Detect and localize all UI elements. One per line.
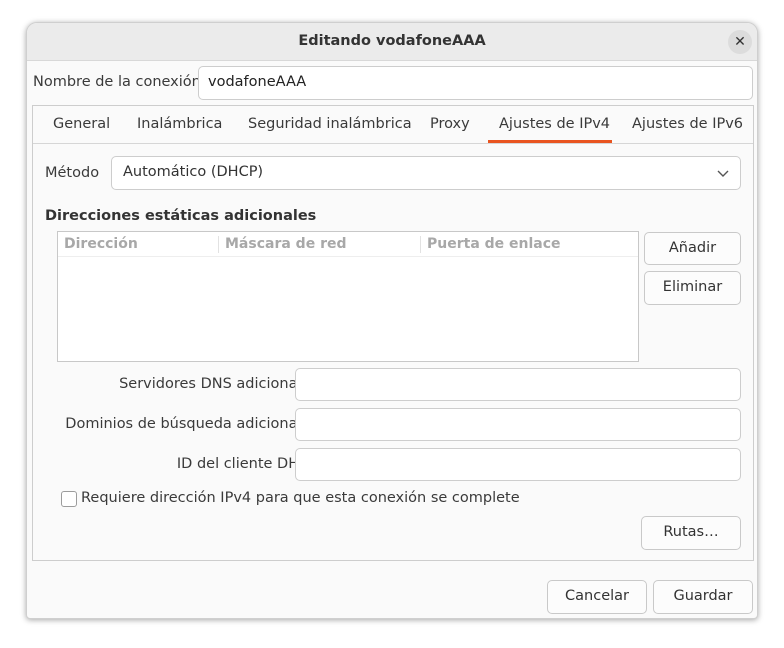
settings-notebook: General Inalámbrica Seguridad inalámbric… xyxy=(32,105,754,561)
close-icon: ✕ xyxy=(734,34,746,50)
search-domains-label: Dominios de búsqueda adicionales xyxy=(65,416,318,432)
connection-name-value: vodafoneAAA xyxy=(208,74,307,90)
search-domains-input[interactable] xyxy=(295,408,741,441)
active-tab-indicator xyxy=(488,140,612,143)
method-dropdown[interactable]: Automático (DHCP) xyxy=(111,156,741,190)
connection-name-label: Nombre de la conexión xyxy=(33,74,201,90)
column-separator xyxy=(218,236,219,253)
save-button[interactable]: Guardar xyxy=(653,580,753,614)
static-addresses-title: Direcciones estáticas adicionales xyxy=(45,208,317,224)
connection-name-input[interactable]: vodafoneAAA xyxy=(198,66,753,100)
dns-servers-input[interactable] xyxy=(295,368,741,401)
window-title: Editando vodafoneAAA xyxy=(298,33,486,49)
cancel-button[interactable]: Cancelar xyxy=(547,580,647,614)
chevron-down-icon xyxy=(717,170,729,177)
tab-wireless[interactable]: Inalámbrica xyxy=(137,116,222,132)
edit-connection-dialog: Editando vodafoneAAA ✕ Nombre de la cone… xyxy=(26,22,758,619)
tab-general[interactable]: General xyxy=(53,116,110,132)
title-bar[interactable]: Editando vodafoneAAA ✕ xyxy=(27,23,757,61)
require-ipv4-checkbox[interactable] xyxy=(61,491,77,507)
require-ipv4-label[interactable]: Requiere dirección IPv4 para que esta co… xyxy=(81,490,520,506)
tab-ipv6-settings[interactable]: Ajustes de IPv6 xyxy=(632,116,743,132)
column-header-address[interactable]: Dirección xyxy=(64,236,138,252)
routes-button[interactable]: Rutas… xyxy=(641,516,741,550)
tab-bar: General Inalámbrica Seguridad inalámbric… xyxy=(33,106,753,144)
column-header-gateway[interactable]: Puerta de enlace xyxy=(427,236,561,252)
tab-wireless-security[interactable]: Seguridad inalámbrica xyxy=(248,116,412,132)
tab-proxy[interactable]: Proxy xyxy=(430,116,470,132)
method-label: Método xyxy=(45,165,100,181)
header-divider xyxy=(58,256,638,257)
static-addresses-table[interactable]: Dirección Máscara de red Puerta de enlac… xyxy=(57,231,639,362)
close-button[interactable]: ✕ xyxy=(728,30,752,54)
dns-servers-label: Servidores DNS adicionales xyxy=(119,376,318,392)
column-header-netmask[interactable]: Máscara de red xyxy=(225,236,347,252)
column-separator xyxy=(420,236,421,253)
dhcp-client-id-input[interactable] xyxy=(295,448,741,481)
tab-ipv4-settings[interactable]: Ajustes de IPv4 xyxy=(499,116,610,132)
remove-address-button[interactable]: Eliminar xyxy=(644,271,741,305)
method-selected-value: Automático (DHCP) xyxy=(123,164,264,180)
add-address-button[interactable]: Añadir xyxy=(644,232,741,265)
